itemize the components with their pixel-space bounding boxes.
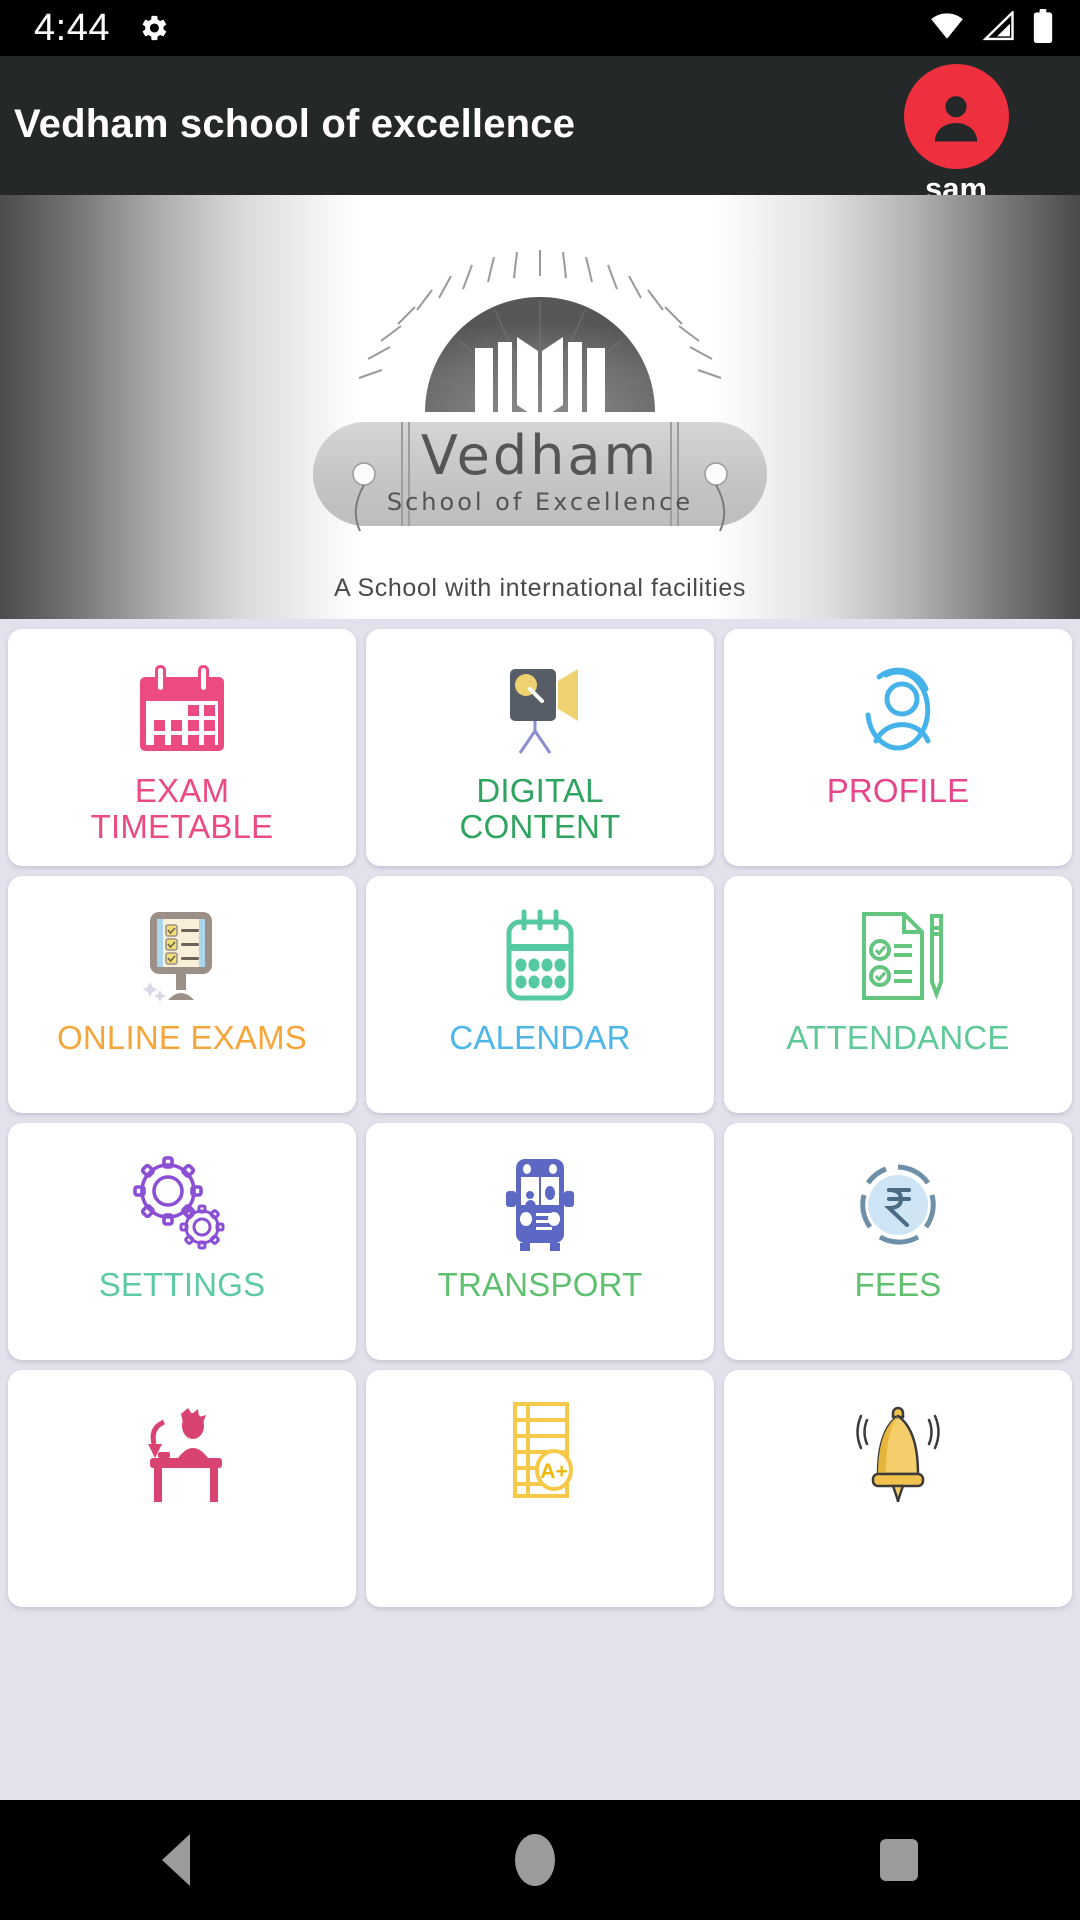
report-card-icon: A+ [366, 1396, 714, 1504]
android-nav-bar [0, 1800, 1080, 1920]
school-tagline: A School with international facilities [334, 574, 746, 602]
tile-label: CALENDAR [449, 1019, 631, 1056]
user-circle-icon [724, 655, 1072, 763]
tile-notifications[interactable] [724, 1370, 1072, 1607]
tile-label: TRANSPORT [437, 1266, 643, 1303]
battery-icon [1032, 8, 1054, 48]
school-bus-icon [366, 1149, 714, 1257]
svg-text:School of Excellence: School of Excellence [387, 488, 693, 516]
checklist-pencil-icon [724, 902, 1072, 1010]
tile-label: ONLINE EXAMS [57, 1019, 307, 1056]
tile-label: EXAM TIMETABLE [90, 772, 274, 845]
svg-text:Vedham: Vedham [421, 424, 659, 487]
page-title: Vedham school of excellence [14, 102, 576, 146]
home-icon[interactable] [514, 1834, 555, 1886]
gears-icon [8, 1149, 356, 1257]
wifi-icon [928, 11, 966, 46]
tile-online-exams[interactable]: ONLINE EXAMS [8, 876, 356, 1113]
profile-button[interactable]: sam [866, 64, 1046, 204]
menu-grid: EXAM TIMETABLE DIGITAL CONTENT PROFILE O… [0, 619, 1080, 1800]
homework-desk-icon [8, 1396, 356, 1504]
phone-screen: 4:44 Vedham school of excellence sam Ved… [0, 0, 1080, 1920]
calendar-exam-icon [8, 655, 356, 763]
recents-icon[interactable] [879, 1839, 918, 1881]
school-logo: Vedham School of Excellence [313, 250, 767, 532]
tile-transport[interactable]: TRANSPORT [366, 1123, 714, 1360]
person-icon [934, 95, 978, 142]
calendar-icon [366, 902, 714, 1010]
tile-label: PROFILE [826, 772, 970, 809]
tile-homework[interactable] [8, 1370, 356, 1607]
tile-fees[interactable]: FEES [724, 1123, 1072, 1360]
cellular-signal-icon [982, 9, 1016, 46]
svg-text:A+: A+ [540, 1460, 567, 1483]
tile-label: SETTINGS [98, 1266, 266, 1303]
tile-label: ATTENDANCE [786, 1019, 1010, 1056]
notification-bell-icon [724, 1396, 1072, 1504]
monitor-checklist-icon [8, 902, 356, 1010]
rupee-coin-icon [724, 1149, 1072, 1257]
status-bar: 4:44 [0, 0, 1080, 56]
school-banner: Vedham School of Excellence A School wit… [0, 195, 1080, 619]
tile-calendar[interactable]: CALENDAR [366, 876, 714, 1113]
status-bar-clock: 4:44 [34, 7, 110, 49]
video-projector-icon [366, 655, 714, 763]
tile-label: DIGITAL CONTENT [459, 772, 621, 845]
tile-report-card[interactable]: A+ [366, 1370, 714, 1607]
tile-settings[interactable]: SETTINGS [8, 1123, 356, 1360]
back-icon[interactable] [162, 1834, 191, 1886]
app-bar: Vedham school of excellence sam [0, 56, 1080, 204]
tile-label: FEES [854, 1266, 942, 1303]
tile-attendance[interactable]: ATTENDANCE [724, 876, 1072, 1113]
gear-icon [136, 11, 170, 45]
tile-exam-timetable[interactable]: EXAM TIMETABLE [8, 629, 356, 866]
tile-profile[interactable]: PROFILE [724, 629, 1072, 866]
tile-digital-content[interactable]: DIGITAL CONTENT [366, 629, 714, 866]
status-bar-indicators [928, 8, 1054, 48]
avatar[interactable] [903, 64, 1009, 169]
